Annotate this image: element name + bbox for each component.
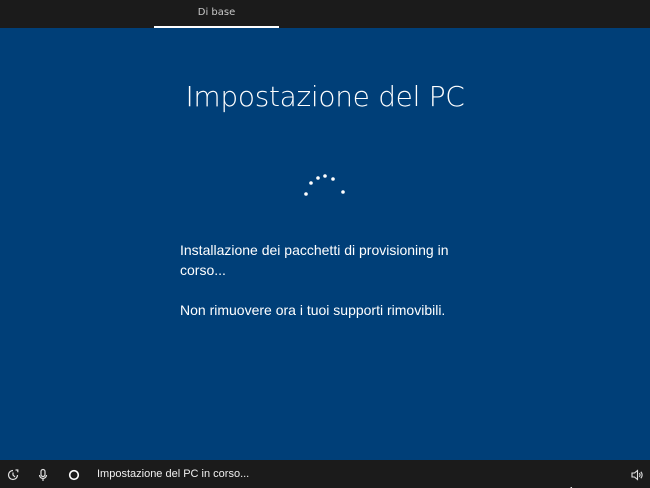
tab-label: Di base bbox=[197, 7, 236, 18]
volume-icon[interactable] bbox=[630, 467, 644, 481]
mouse-cursor-icon bbox=[570, 480, 582, 488]
taskbar: Impostazione del PC in corso... bbox=[0, 460, 650, 488]
microphone-icon[interactable] bbox=[36, 467, 50, 481]
status-message: Installazione dei pacchetti di provision… bbox=[180, 242, 449, 278]
taskbar-status-text: Impostazione del PC in corso... bbox=[97, 468, 250, 480]
loading-spinner-icon bbox=[300, 170, 350, 200]
tab-di-base[interactable]: Di base bbox=[154, 0, 279, 28]
warning-message: Non rimuovere ora i tuoi supporti rimovi… bbox=[180, 302, 446, 318]
accessibility-icon[interactable] bbox=[6, 467, 20, 481]
top-bar: Di base bbox=[0, 0, 650, 28]
cortana-icon[interactable] bbox=[67, 467, 81, 481]
setup-screen: Impostazione del PC Installazione dei pa… bbox=[0, 28, 650, 460]
page-title: Impostazione del PC bbox=[185, 80, 465, 113]
